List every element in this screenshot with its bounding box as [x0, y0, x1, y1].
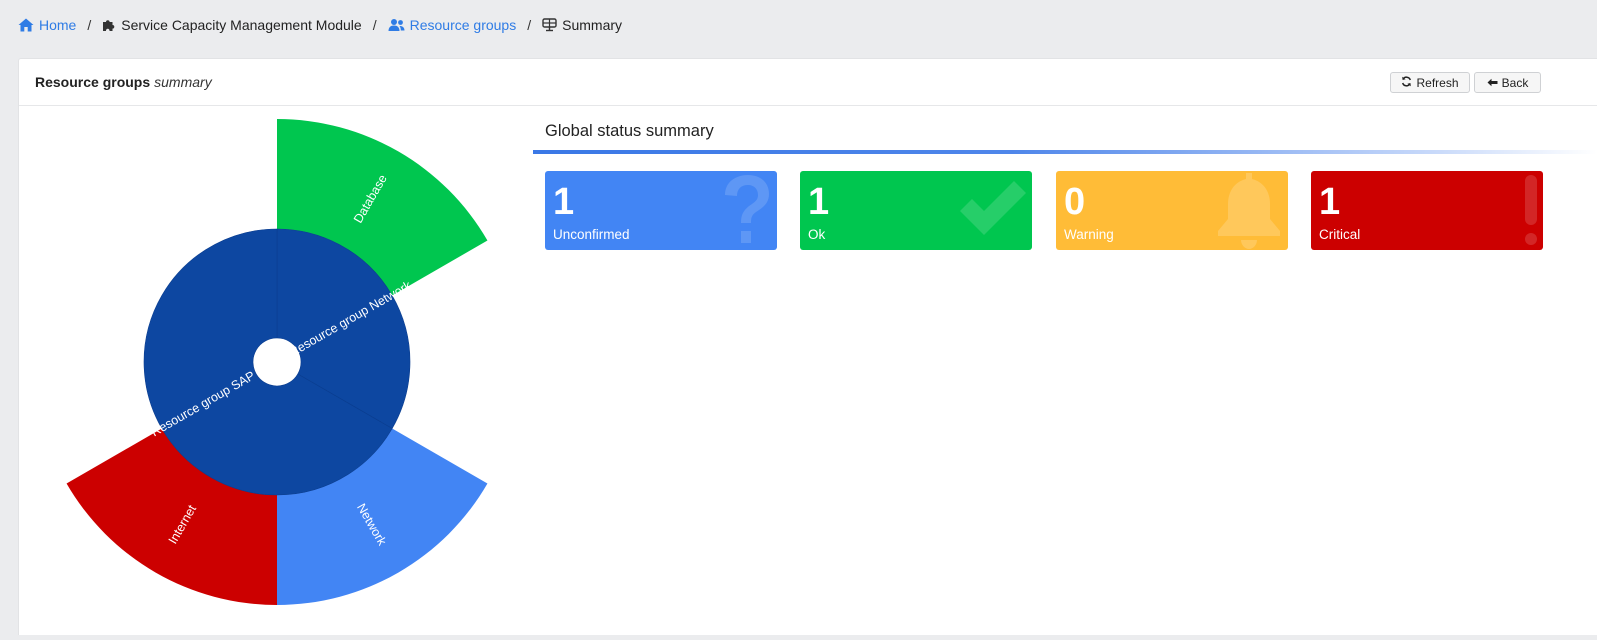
- ok-count: 1: [808, 181, 830, 223]
- question-icon: [707, 171, 777, 250]
- critical-count: 1: [1319, 181, 1341, 223]
- unconfirmed-label: Unconfirmed: [553, 227, 630, 242]
- unconfirmed-count: 1: [553, 181, 575, 223]
- status-card-unconfirmed[interactable]: 1 Unconfirmed: [545, 171, 777, 250]
- status-card-critical[interactable]: 1 Critical: [1311, 171, 1543, 250]
- global-status-title: Global status summary: [545, 122, 714, 140]
- warning-label: Warning: [1064, 227, 1114, 242]
- global-status-underline: [533, 150, 1597, 154]
- check-icon: [952, 171, 1032, 250]
- bell-icon: [1208, 171, 1288, 250]
- sunburst-chart: Resource group NetworkResource group SAP…: [66, 119, 488, 605]
- ok-label: Ok: [808, 227, 826, 242]
- status-card-ok[interactable]: 1 Ok: [800, 171, 1032, 250]
- critical-label: Critical: [1319, 227, 1361, 242]
- status-card-warning[interactable]: 0 Warning: [1056, 171, 1288, 250]
- warning-count: 0: [1064, 181, 1086, 223]
- exclamation-icon: [1519, 171, 1543, 250]
